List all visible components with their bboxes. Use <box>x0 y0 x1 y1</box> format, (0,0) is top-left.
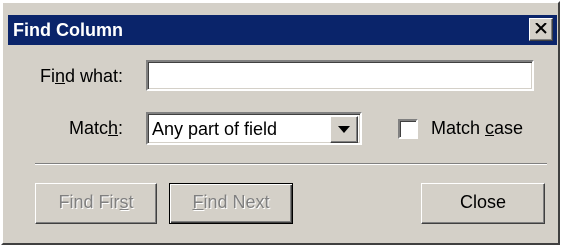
match-case-checkbox[interactable] <box>398 119 418 139</box>
find-next-button[interactable]: Find Next <box>169 183 293 224</box>
find-column-dialog: Find Column Find what: Match: Any part o… <box>1 1 560 245</box>
close-dialog-button[interactable]: Close <box>421 183 545 224</box>
title-bar[interactable]: Find Column <box>8 15 557 45</box>
dialog-title: Find Column <box>13 20 123 40</box>
match-select[interactable]: Any part of field <box>146 112 362 145</box>
separator <box>35 163 547 165</box>
chevron-down-icon <box>338 126 350 133</box>
match-case-label[interactable]: Match case <box>431 117 523 139</box>
find-first-button[interactable]: Find First <box>35 183 157 224</box>
match-dropdown-button[interactable] <box>330 116 358 143</box>
find-what-label: Find what: <box>40 66 124 86</box>
close-icon <box>535 23 547 34</box>
find-what-input[interactable] <box>146 60 534 91</box>
match-selected-value: Any part of field <box>152 119 278 139</box>
close-button[interactable] <box>529 18 553 41</box>
match-label: Match: <box>69 118 124 138</box>
